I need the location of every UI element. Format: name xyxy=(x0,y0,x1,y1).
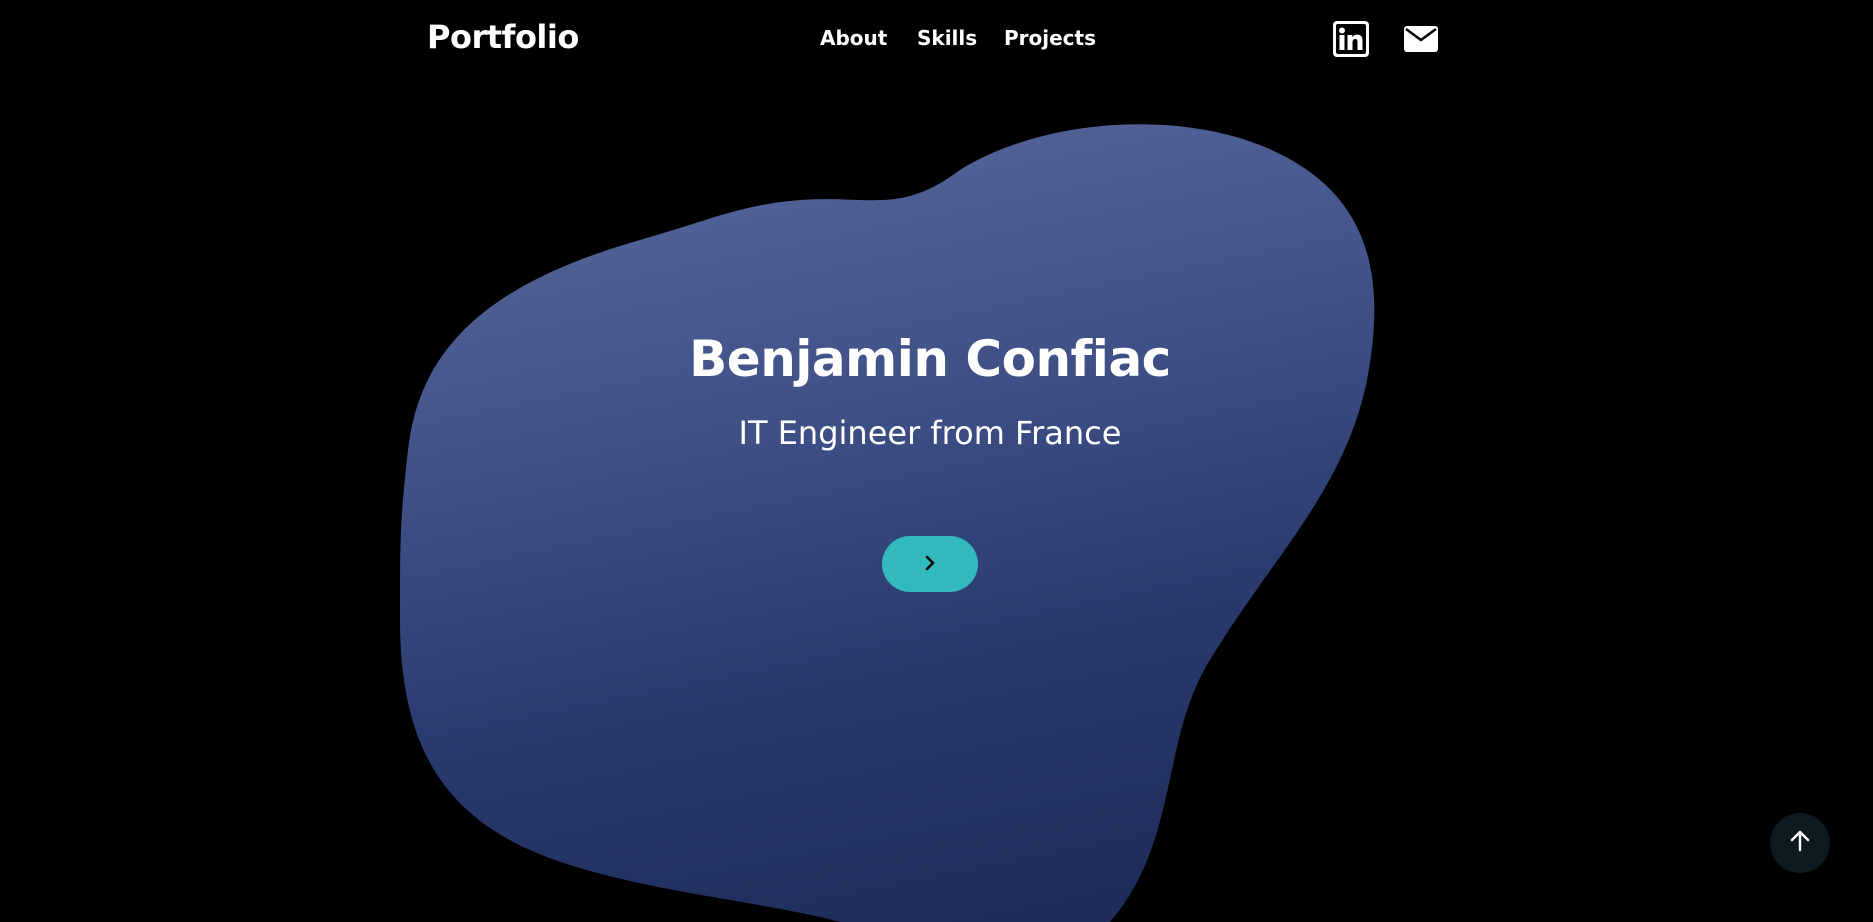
nav-projects-link[interactable]: Projects xyxy=(1004,26,1096,50)
hero-next-button[interactable] xyxy=(882,536,978,592)
hero-title: Benjamin Confiac xyxy=(689,330,1171,388)
page: Portfolio About Skills Projects Benjamin… xyxy=(0,0,1873,922)
linkedin-icon[interactable] xyxy=(1332,20,1370,58)
chevron-right-icon xyxy=(922,554,938,575)
back-to-top-button[interactable] xyxy=(1770,813,1830,873)
hero-blob-shape xyxy=(400,124,1375,922)
hero-subtitle: IT Engineer from France xyxy=(738,414,1122,452)
mail-icon[interactable] xyxy=(1402,20,1440,58)
nav-skills-link[interactable]: Skills xyxy=(917,26,977,50)
site-header: Portfolio About Skills Projects xyxy=(0,0,1873,80)
nav-about-link[interactable]: About xyxy=(820,26,887,50)
main-nav: About Skills Projects xyxy=(0,26,1873,56)
arrow-up-icon xyxy=(1787,828,1813,858)
